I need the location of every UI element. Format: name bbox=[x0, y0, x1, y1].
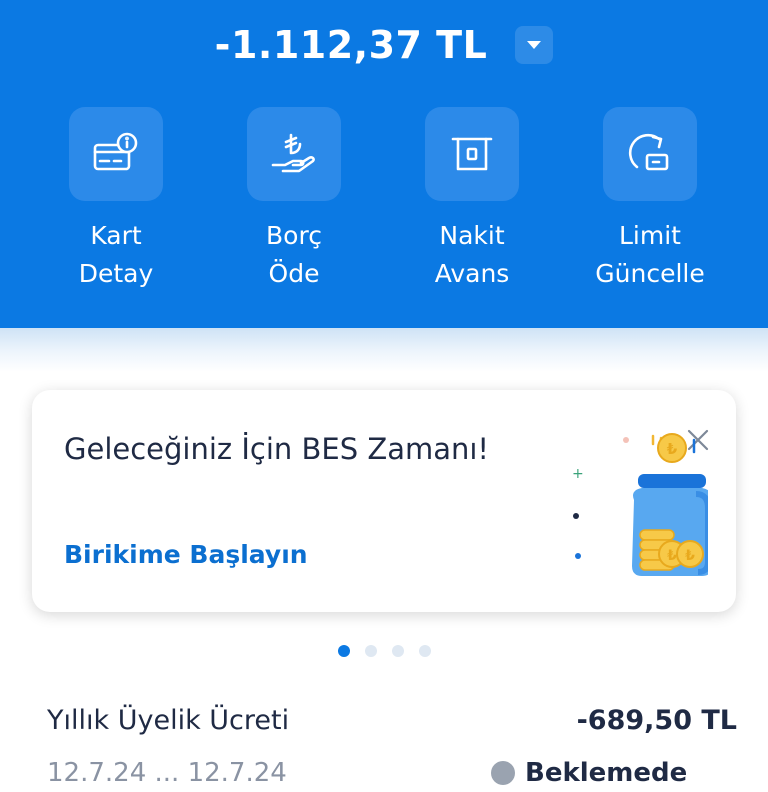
promo-card[interactable]: Geleceğiniz İçin BES Zamanı! Birikime Ba… bbox=[32, 390, 736, 612]
svg-text:₺: ₺ bbox=[667, 440, 678, 458]
svg-text:₺: ₺ bbox=[685, 548, 695, 564]
card-info-icon bbox=[93, 132, 138, 171]
balance-dropdown-button[interactable] bbox=[515, 26, 554, 64]
svg-text:₺: ₺ bbox=[667, 548, 677, 564]
action-label-line2: Güncelle bbox=[595, 259, 705, 288]
balance-amount: -1.112,37 TL bbox=[214, 23, 488, 67]
transaction-status-label: Beklemede bbox=[525, 758, 688, 788]
transaction-row[interactable]: Yıllık Üyelik Ücreti -689,50 TL bbox=[47, 700, 737, 740]
savings-jar-icon: + + ₺ ₺ ₺ bbox=[572, 433, 708, 576]
action-tile bbox=[425, 107, 519, 201]
header-fade bbox=[0, 328, 768, 372]
transaction-date: 12.7.24 ... 12.7.24 bbox=[47, 758, 287, 788]
action-label-line2: Avans bbox=[434, 259, 510, 288]
balance-row: -1.112,37 TL bbox=[0, 18, 768, 72]
action-label-line2: Detay bbox=[78, 259, 154, 288]
carousel-indicator bbox=[0, 644, 768, 658]
action-kart-detay[interactable]: Kart Detay bbox=[41, 107, 191, 293]
transaction-subrow: 12.7.24 ... 12.7.24 Beklemede bbox=[47, 752, 737, 792]
action-borc-ode[interactable]: Borç Öde bbox=[219, 107, 369, 293]
action-nakit-avans[interactable]: Nakit Avans bbox=[397, 107, 547, 293]
action-tile bbox=[247, 107, 341, 201]
pending-icon bbox=[491, 761, 515, 785]
action-tile bbox=[69, 107, 163, 201]
action-label: Borç Öde bbox=[266, 217, 322, 293]
transaction-label: Yıllık Üyelik Ücreti bbox=[47, 704, 290, 736]
transaction-amount: -689,50 TL bbox=[576, 704, 737, 736]
promo-title: Geleceğiniz İçin BES Zamanı! bbox=[64, 432, 490, 466]
action-limit-guncelle[interactable]: Limit Güncelle bbox=[575, 107, 725, 293]
action-label-line1: Nakit bbox=[439, 221, 505, 250]
action-label: Nakit Avans bbox=[435, 217, 510, 293]
limit-update-icon bbox=[628, 133, 669, 171]
carousel-dot-2[interactable] bbox=[364, 645, 377, 657]
lira-hand-icon bbox=[271, 133, 315, 173]
action-label: Kart Detay bbox=[79, 217, 154, 293]
action-label: Limit Güncelle bbox=[595, 217, 704, 293]
action-label-line1: Borç bbox=[266, 221, 322, 250]
chevron-down-icon bbox=[527, 41, 542, 49]
atm-cash-icon bbox=[451, 137, 493, 171]
transaction-status: Beklemede bbox=[491, 758, 687, 788]
carousel-dot-4[interactable] bbox=[418, 645, 431, 657]
action-tile bbox=[603, 107, 697, 201]
carousel-dot-1[interactable] bbox=[337, 645, 350, 657]
action-label-line1: Kart bbox=[90, 221, 142, 250]
svg-text:+: + bbox=[572, 466, 584, 482]
action-label-line1: Limit bbox=[619, 221, 681, 250]
action-label-line2: Öde bbox=[268, 259, 320, 288]
carousel-dot-3[interactable] bbox=[391, 645, 404, 657]
promo-cta-link[interactable]: Birikime Başlayın bbox=[64, 540, 308, 569]
